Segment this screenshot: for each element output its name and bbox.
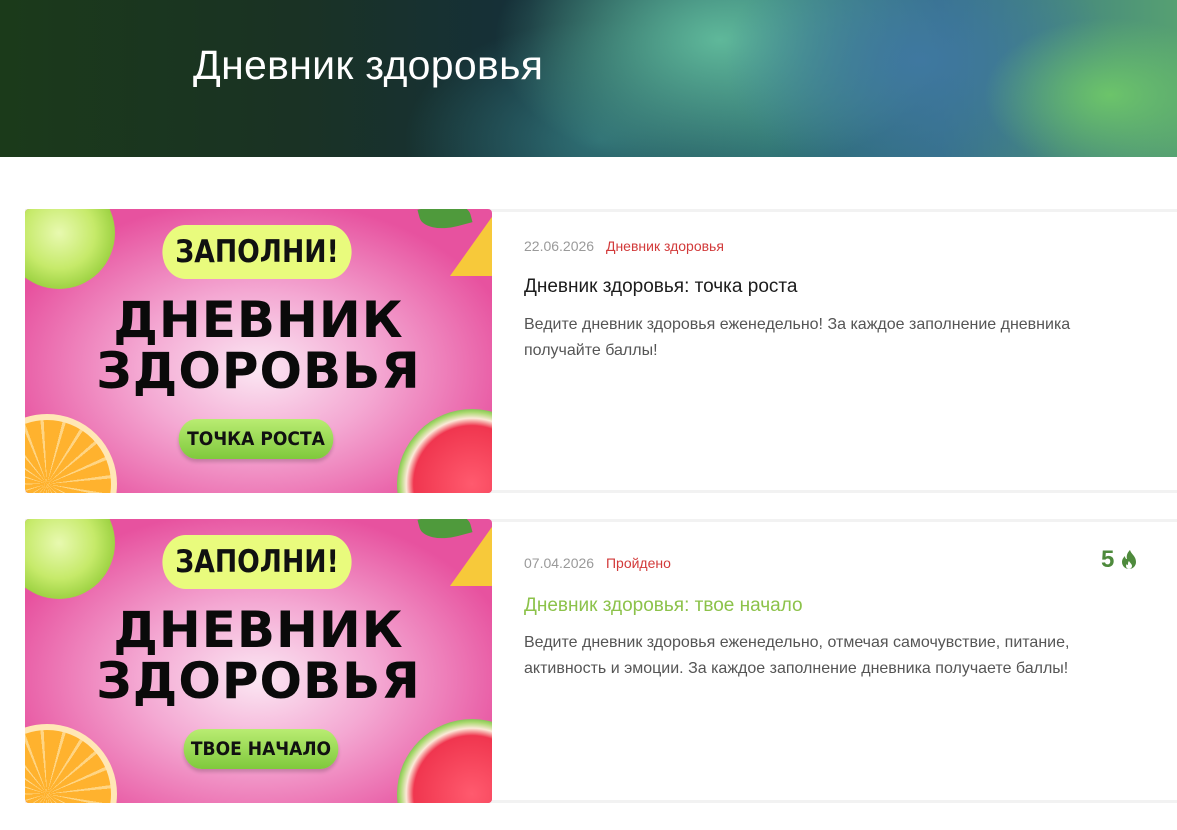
points-badge: 5 (1101, 546, 1138, 574)
watermelon-decoration (397, 719, 492, 803)
article-description: Ведите дневник здоровья еженедельно, отм… (524, 634, 1070, 677)
page-header: Дневник здоровья (0, 0, 1177, 157)
article-card[interactable]: ЗАПОЛНИ! ДНЕВНИК ЗДОРОВЬЯ ТОЧКА РОСТА 22… (25, 209, 1177, 493)
banner-bottom-label: ТВОЕ НАЧАЛО (183, 729, 339, 769)
watermelon-decoration (397, 409, 492, 493)
page-title: Дневник здоровья (193, 42, 544, 88)
banner-top-label: ЗАПОЛНИ! (162, 535, 352, 589)
flame-icon (1122, 550, 1137, 569)
banner-headline-line2: ЗДОРОВЬЯ (96, 652, 421, 710)
banner-bottom-label: ТОЧКА РОСТА (178, 419, 334, 459)
article-banner-image[interactable]: ЗАПОЛНИ! ДНЕВНИК ЗДОРОВЬЯ ТВОЕ НАЧАЛО (25, 519, 492, 803)
article-category-link[interactable]: Дневник здоровья (606, 238, 724, 254)
article-date: 07.04.2026 (524, 555, 595, 571)
pineapple-decoration (450, 214, 492, 276)
points-value: 5 (1101, 546, 1115, 573)
article-card[interactable]: ЗАПОЛНИ! ДНЕВНИК ЗДОРОВЬЯ ТВОЕ НАЧАЛО 07… (25, 519, 1177, 803)
banner-top-label: ЗАПОЛНИ! (162, 225, 352, 279)
article-title-link[interactable]: Дневник здоровья: твое начало (524, 595, 803, 617)
lime-decoration (25, 209, 115, 289)
pineapple-decoration (450, 524, 492, 586)
orange-decoration (25, 414, 117, 493)
article-meta: 07.04.2026 Пройдено (524, 555, 671, 571)
banner-headline-line1: ДНЕВНИК (113, 601, 404, 659)
lime-decoration (25, 519, 115, 599)
banner-headline-line2: ЗДОРОВЬЯ (96, 342, 421, 400)
article-title-link[interactable]: Дневник здоровья: точка роста (524, 276, 797, 298)
orange-decoration (25, 724, 117, 803)
banner-headline-line1: ДНЕВНИК (113, 291, 404, 349)
article-banner-image[interactable]: ЗАПОЛНИ! ДНЕВНИК ЗДОРОВЬЯ ТОЧКА РОСТА (25, 209, 492, 493)
article-meta: 22.06.2026 Дневник здоровья (524, 238, 724, 254)
article-status-badge: Пройдено (605, 555, 671, 571)
article-description: Ведите дневник здоровья еженедельно! За … (524, 316, 1071, 359)
article-date: 22.06.2026 (524, 238, 595, 254)
